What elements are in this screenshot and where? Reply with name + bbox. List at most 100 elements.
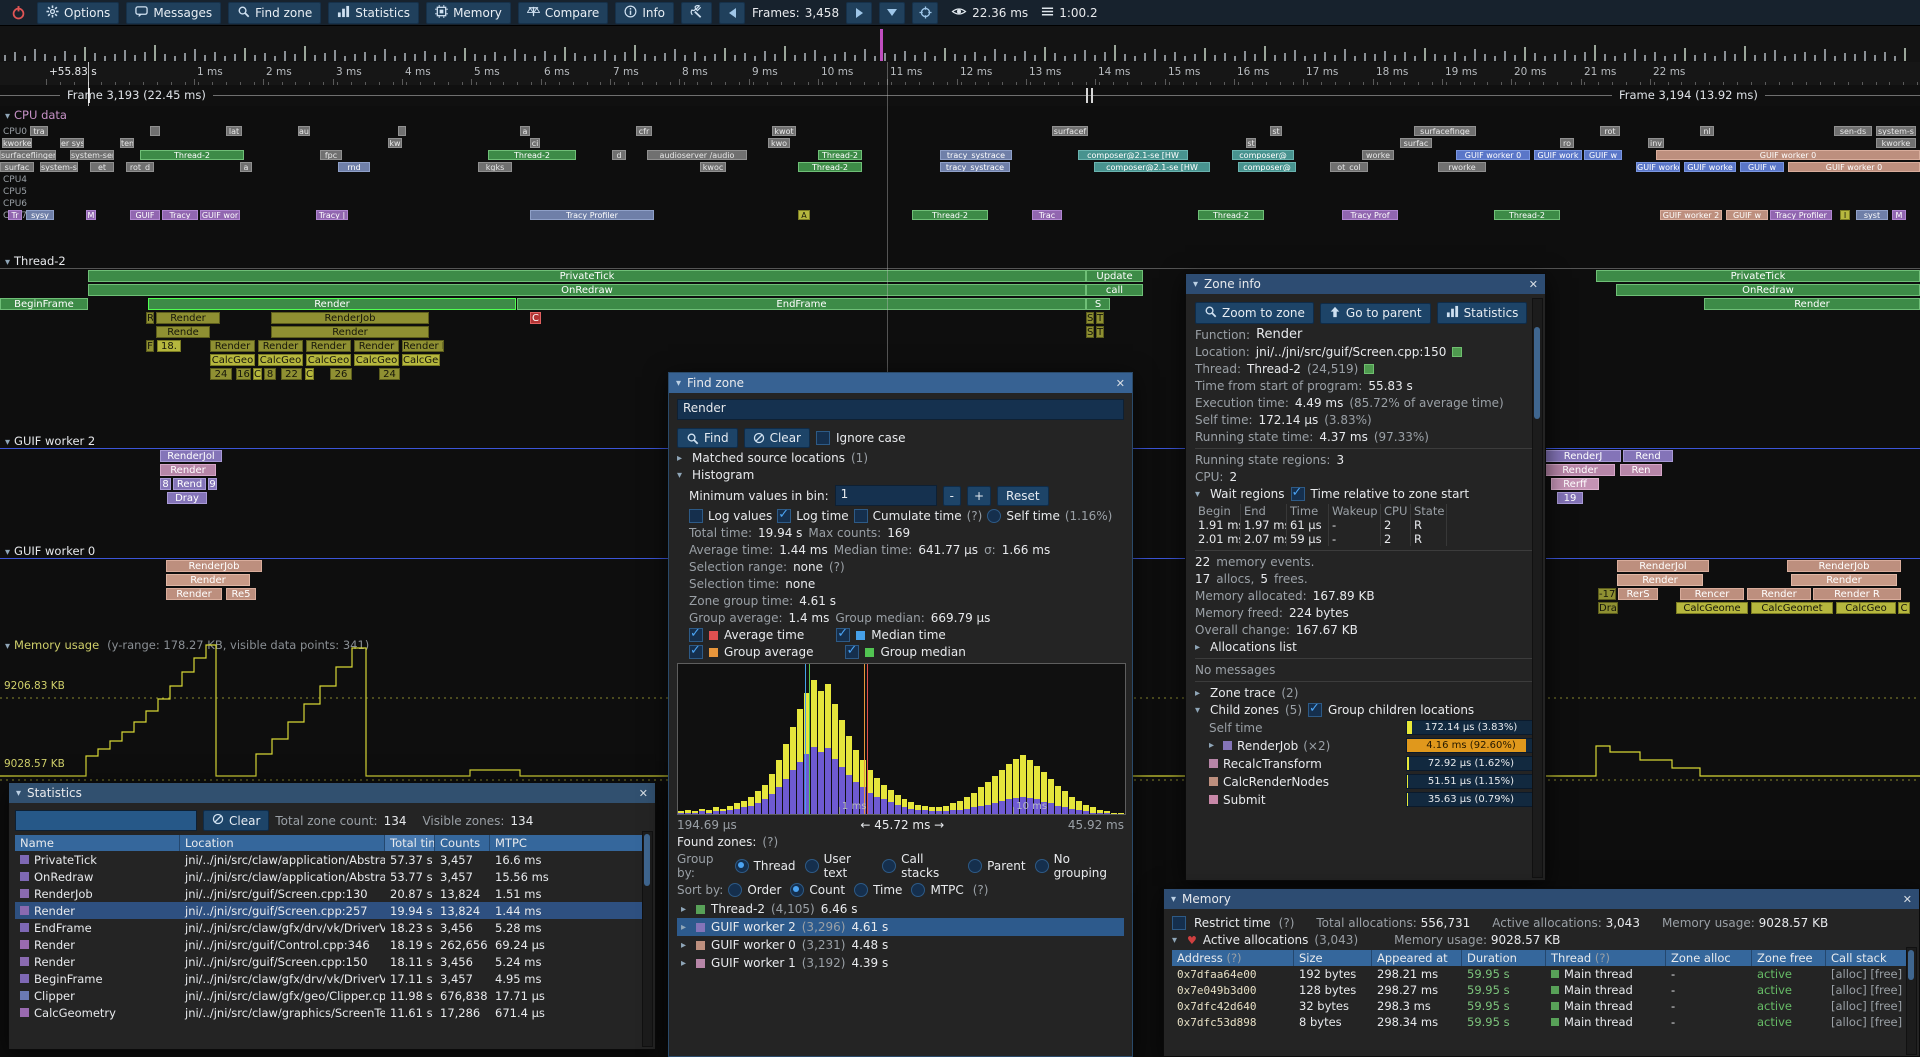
timeline-zone[interactable]: OnRedraw (88, 284, 1086, 296)
frame-time-bar[interactable] (1184, 56, 1186, 61)
frame-time-bar[interactable] (154, 45, 156, 61)
timeline-zone[interactable]: Rencer (1680, 588, 1744, 600)
timeline-zone[interactable]: R (146, 312, 154, 324)
timeline-zone[interactable]: Re5 (226, 588, 256, 600)
find-button[interactable]: Find (677, 428, 738, 448)
frame-time-bar[interactable] (334, 50, 336, 61)
cpu-zone[interactable]: I (1840, 210, 1850, 220)
timeline-zone[interactable]: Render (210, 340, 255, 352)
section-header[interactable]: ▾GUIF worker 2 (5, 434, 95, 448)
frame-time-bar[interactable] (1404, 52, 1406, 61)
frame-time-bar[interactable] (1464, 56, 1466, 61)
close-icon[interactable]: ✕ (1903, 893, 1912, 906)
frame-time-bar[interactable] (424, 51, 426, 61)
call-stack-cell[interactable]: [alloc] [free] (1826, 998, 1912, 1014)
cpu-zone[interactable]: Tracy (162, 210, 198, 220)
call-stack-free[interactable]: [free] (1867, 999, 1902, 1013)
table-row[interactable]: RenderJobjni/../jni/src/guif/Screen.cpp:… (15, 885, 649, 902)
address-cell[interactable]: 0x7dfaa64e00 (1172, 967, 1294, 982)
frame-time-bar[interactable] (744, 53, 746, 61)
cpu-zone[interactable]: et (90, 162, 114, 172)
frame-time-bar[interactable] (1574, 55, 1576, 61)
timeline-zone[interactable]: Rende (156, 326, 210, 338)
cpu-zone[interactable]: GUIF (130, 210, 160, 220)
memory-title-bar[interactable]: ▾ Memory ✕ (1164, 889, 1919, 909)
chevron-down-icon[interactable]: ▾ (5, 547, 10, 558)
group-by-radio[interactable] (882, 859, 896, 873)
cpu-zone[interactable]: Trac (1032, 210, 1062, 220)
frame-time-bar[interactable] (144, 52, 146, 61)
frame-time-bar[interactable] (1654, 52, 1656, 61)
child-zone-time-bar[interactable]: 172.14 µs (3.83%) (1406, 720, 1536, 735)
cpu-zone[interactable]: er sys (60, 138, 84, 148)
timeline-zone[interactable]: RenderJob (1787, 560, 1901, 572)
frame-time-bar[interactable] (1244, 51, 1246, 61)
cpu-zone[interactable]: composer@2.1-se [HW (1094, 162, 1210, 172)
frame-time-bar[interactable] (1334, 55, 1336, 61)
cpu-zone[interactable]: GUIF worker 0 (1456, 150, 1530, 160)
frame-time-bar[interactable] (824, 56, 826, 61)
frame-time-bar[interactable] (114, 54, 116, 61)
frame-time-bar[interactable] (1414, 56, 1416, 61)
toolbar-button-memory[interactable]: Memory (426, 2, 511, 24)
cpu-zone[interactable]: A (798, 210, 810, 220)
child-zone-time-bar[interactable]: 35.63 µs (0.79%) (1406, 792, 1536, 807)
cpu-zone[interactable]: Thread-2 (140, 150, 244, 160)
cpu-zone[interactable]: ot_col (1330, 162, 1368, 172)
frame-time-bar[interactable] (1854, 54, 1856, 61)
frame-time-bar[interactable] (314, 55, 316, 61)
frame-time-bar[interactable] (764, 51, 766, 61)
sort-by-radio[interactable] (728, 883, 742, 897)
timeline-zone[interactable]: Rend (173, 478, 206, 490)
frame-time-bar[interactable] (1104, 52, 1106, 61)
frame-time-bar[interactable] (1474, 49, 1476, 61)
collapse-icon[interactable]: ▾ (676, 378, 681, 389)
frame-time-bar[interactable] (324, 53, 326, 61)
frame-time-bar[interactable] (984, 56, 986, 61)
matched-source-locations[interactable]: ▸Matched source locations(1) (677, 451, 1124, 465)
column-header[interactable]: Address (?) (1172, 950, 1294, 966)
power-icon[interactable] (6, 3, 30, 23)
increment-button[interactable]: + (967, 486, 991, 506)
call-stack-cell[interactable]: [alloc] [free] (1826, 966, 1912, 982)
frame-time-bar[interactable] (1824, 49, 1826, 61)
zone-info-title-bar[interactable]: ▾ Zone info ✕ (1186, 274, 1545, 294)
cpu-zone[interactable] (398, 126, 406, 136)
frame-time-bar[interactable] (1014, 56, 1016, 61)
timeline-zone[interactable]: OnRedraw (1616, 284, 1920, 296)
frame-time-bar[interactable] (204, 55, 206, 61)
frame-time-bar[interactable] (344, 56, 346, 61)
frame-time-bar[interactable] (1134, 56, 1136, 61)
cpu-zone[interactable]: surfac (0, 162, 34, 172)
chevron-right-icon[interactable]: ▸ (681, 922, 686, 933)
collapse-icon[interactable]: ▾ (16, 788, 21, 799)
chevron-right-icon[interactable]: ▸ (1195, 688, 1200, 699)
group-children-checkbox[interactable] (1308, 703, 1322, 717)
cpu-zone[interactable]: M (86, 210, 96, 220)
sort-by-radio[interactable] (854, 883, 868, 897)
frame-time-bar[interactable] (884, 53, 886, 61)
frame-time-bar[interactable] (1534, 53, 1536, 61)
table-row[interactable]: 0x7e049b3d00128 bytes298.27 ms59.95 sMai… (1172, 982, 1911, 998)
frame-time-bar[interactable] (264, 53, 266, 61)
cpu-zone[interactable]: kworker (2, 138, 32, 148)
cpu-zone[interactable]: GUIF w (1584, 150, 1622, 160)
section-header[interactable]: ▾Thread-2 (5, 254, 66, 268)
child-zone-time-bar[interactable]: 4.16 ms (92.60%) (1406, 738, 1536, 753)
frame-time-bar[interactable] (1774, 50, 1776, 61)
cpu-zone[interactable]: ro (1560, 138, 1574, 148)
group-by-radio[interactable] (735, 859, 749, 873)
column-header[interactable]: Location (180, 835, 385, 851)
cpu-zone[interactable]: tem (120, 138, 134, 148)
timeline-zone[interactable]: S (1086, 298, 1110, 310)
restrict-time-checkbox[interactable] (1172, 916, 1186, 930)
frame-time-bar[interactable] (4, 55, 6, 61)
frame-time-bar[interactable] (964, 55, 966, 61)
timeline-zone[interactable]: RenderJob (166, 560, 262, 572)
call-stack-free[interactable]: [free] (1867, 967, 1902, 981)
frame-time-bar[interactable] (1444, 55, 1446, 61)
frame-time-bar[interactable] (954, 54, 956, 61)
chevron-down-icon[interactable]: ▾ (677, 470, 682, 481)
frame-time-bar[interactable] (1554, 54, 1556, 61)
frame-time-bar[interactable] (904, 51, 906, 61)
